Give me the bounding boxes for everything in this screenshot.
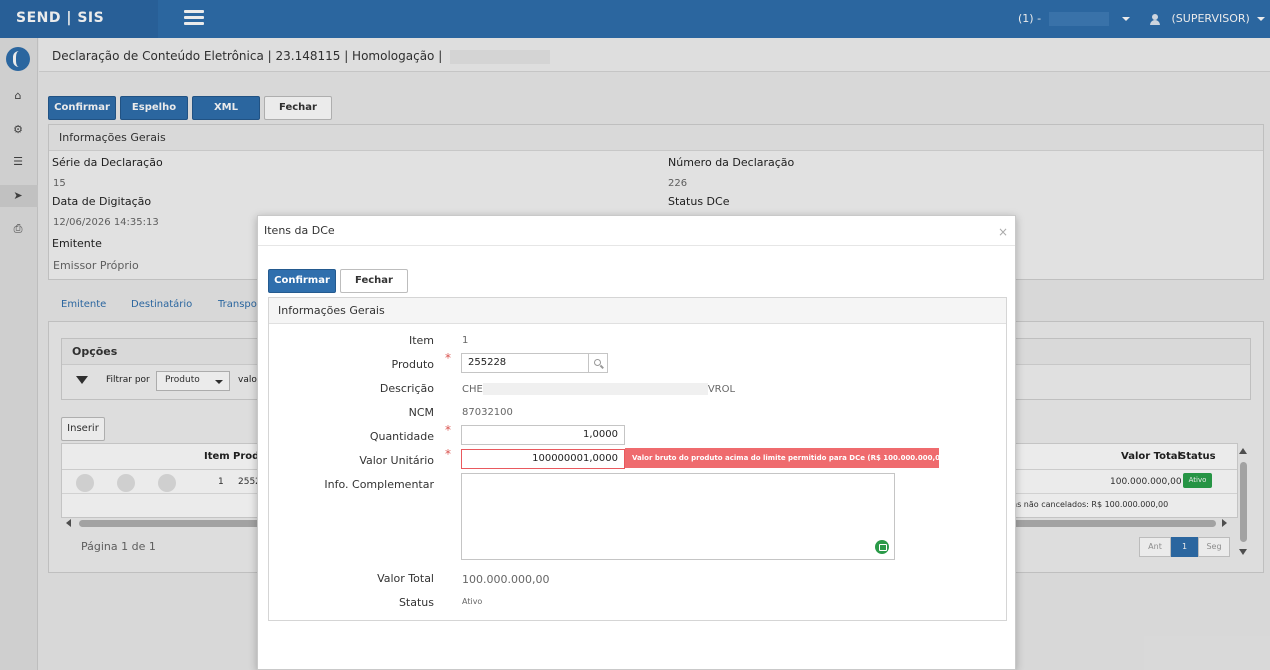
descricao-suffix: VROL [707,384,736,395]
quantidade-input[interactable]: 1,0000 [461,425,625,445]
info-complementar-label: Info. Complementar [324,478,434,491]
form-section-title: Informações Gerais [269,298,1006,324]
ncm-label: NCM [408,406,434,419]
valor-unitario-input[interactable]: 100000001,0000 [461,449,625,469]
search-icon[interactable] [588,353,608,373]
item-label: Item [408,334,434,347]
valor-total-label: Valor Total [377,572,434,585]
produto-input[interactable]: 255228 [461,353,589,373]
quantidade-label: Quantidade [369,430,434,443]
required-marker: * [445,447,451,461]
required-marker: * [445,423,451,437]
descricao-prefix: CHE [462,384,483,395]
ncm-value: 87032100 [462,407,513,418]
required-marker: * [445,351,451,365]
produto-label: Produto [391,358,434,371]
status-field-value: Ativo [462,597,483,606]
valor-unitario-input-value: 100000001,0000 [532,453,618,464]
modal-confirm-button[interactable]: Confirmar [268,269,336,293]
status-field-label: Status [398,596,434,609]
valor-total-value: 100.000.000,00 [462,573,550,586]
descricao-value: CHE VROL [462,383,735,395]
modal-close-button[interactable]: Fechar [340,269,408,293]
valor-unitario-error: Valor bruto do produto acima do limite p… [625,448,939,468]
quantidade-input-value: 1,0000 [583,429,618,440]
descricao-label: Descrição [379,382,434,395]
produto-input-value: 255228 [468,357,507,368]
info-complementar-textarea[interactable] [461,473,895,560]
descricao-redacted [482,383,708,395]
items-modal: Itens da DCe × Confirmar Fechar Informaç… [257,215,1016,670]
modal-header-divider [258,245,1015,246]
close-icon[interactable]: × [998,225,1008,239]
valor-unitario-label: Valor Unitário [359,454,434,467]
modal-title: Itens da DCe [264,224,335,237]
grammarly-icon[interactable] [875,540,889,554]
item-value: 1 [462,335,469,346]
